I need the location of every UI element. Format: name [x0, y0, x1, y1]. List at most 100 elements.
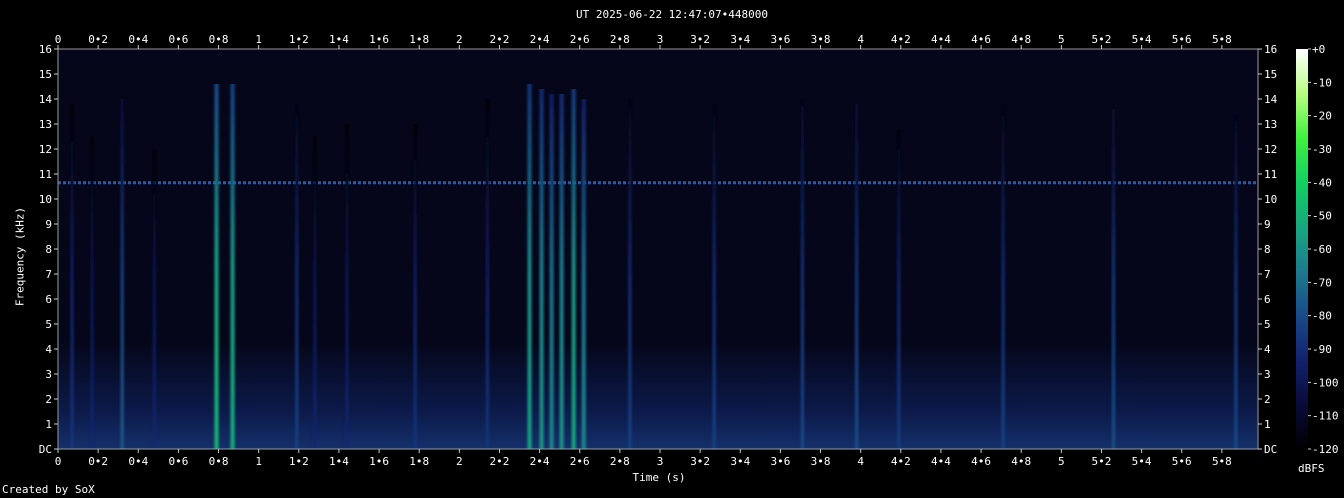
y-tick-label-right: 1 — [1264, 418, 1271, 431]
y-tick-label-right: 15 — [1264, 68, 1277, 81]
event-streak-bar — [295, 104, 299, 449]
y-tick-label-left: 14 — [39, 93, 53, 106]
event-streak-bar — [549, 94, 554, 449]
y-tick-label-right: 9 — [1264, 218, 1271, 231]
x-tick-label-top: 5•6 — [1172, 33, 1192, 46]
colorbar-tick-label: -120 — [1312, 443, 1339, 456]
x-tick-label-top: 5•2 — [1092, 33, 1112, 46]
colorbar-tick-label: -90 — [1312, 343, 1332, 356]
event-streak — [559, 94, 564, 449]
colorbar-tick-label: -10 — [1312, 76, 1332, 89]
event-streak-bar — [855, 104, 859, 449]
x-tick-label-top: 2•2 — [490, 33, 510, 46]
x-tick-label-bottom: 5•2 — [1092, 455, 1112, 468]
y-tick-label-right: 3 — [1264, 368, 1271, 381]
event-streak-bar — [485, 99, 489, 449]
x-tick-label-bottom: 5•6 — [1172, 455, 1192, 468]
event-streak-bar — [1234, 114, 1238, 449]
colorbar-tick-label: -30 — [1312, 143, 1332, 156]
event-streak — [230, 84, 235, 449]
event-streak — [90, 136, 94, 449]
y-tick-label-right: 6 — [1264, 293, 1271, 306]
x-tick-label-top: 3•2 — [690, 33, 710, 46]
y-tick-label-right: 4 — [1264, 343, 1271, 356]
event-streak — [571, 89, 576, 449]
event-streak-bar — [70, 104, 74, 449]
x-axis-label: Time (s) — [632, 471, 686, 484]
x-tick-label-bottom: 4•8 — [1011, 455, 1031, 468]
event-streak-bar — [120, 99, 124, 449]
x-tick-label-top: 2•4 — [530, 33, 550, 46]
colorbar-tick-label: -20 — [1312, 110, 1332, 123]
x-tick-label-top: 0•2 — [88, 33, 108, 46]
event-streak-bar — [559, 94, 564, 449]
colorbar-tick-label: -60 — [1312, 243, 1332, 256]
x-tick-label-bottom: 2•2 — [490, 455, 510, 468]
x-tick-label-bottom: 3•4 — [730, 455, 750, 468]
event-streak — [214, 84, 219, 449]
event-streak-bar — [800, 99, 804, 449]
x-tick-label-top: 4•6 — [971, 33, 991, 46]
event-streak-bar — [527, 84, 532, 449]
x-tick-label-bottom: 5•8 — [1212, 455, 1232, 468]
x-tick-label-top: 0 — [55, 33, 62, 46]
y-tick-label-left: 2 — [45, 393, 52, 406]
y-tick-label-left: 13 — [39, 118, 52, 131]
x-tick-label-bottom: 4•6 — [971, 455, 991, 468]
x-tick-label-bottom: 0•4 — [128, 455, 148, 468]
y-tick-label-left: 11 — [39, 168, 52, 181]
event-streak-bar — [152, 149, 156, 449]
event-streak — [485, 99, 489, 449]
y-tick-label-left: DC — [39, 443, 52, 456]
event-streak-bar — [413, 124, 417, 449]
y-tick-label-right: 14 — [1264, 93, 1278, 106]
event-streak — [295, 104, 299, 449]
y-tick-label-right: 12 — [1264, 143, 1277, 156]
x-tick-label-top: 2•6 — [570, 33, 590, 46]
x-tick-label-top: 1•8 — [409, 33, 429, 46]
event-streak-bar — [571, 89, 576, 449]
y-tick-label-left: 3 — [45, 368, 52, 381]
x-tick-label-bottom: 1•4 — [329, 455, 349, 468]
event-streak — [1234, 114, 1238, 449]
x-tick-label-top: 5•4 — [1132, 33, 1152, 46]
x-tick-label-bottom: 3•6 — [770, 455, 790, 468]
event-streak-bar — [214, 84, 219, 449]
y-tick-label-right: 13 — [1264, 118, 1277, 131]
event-streak-bar — [90, 136, 94, 449]
y-tick-label-right: 2 — [1264, 393, 1271, 406]
y-tick-label-right: 16 — [1264, 43, 1277, 56]
y-tick-label-left: 16 — [39, 43, 52, 56]
x-tick-label-top: 4•8 — [1011, 33, 1031, 46]
x-tick-label-top: 1•6 — [369, 33, 389, 46]
credit-text: Created by SoX — [2, 483, 95, 496]
x-tick-label-top: 0•4 — [128, 33, 148, 46]
event-streak — [1112, 109, 1116, 449]
event-streak-bar — [1001, 104, 1005, 449]
y-tick-label-left: 12 — [39, 143, 52, 156]
event-streak-bar — [628, 99, 632, 449]
colorbar-gradient — [1296, 49, 1308, 449]
y-tick-label-left: 6 — [45, 293, 52, 306]
y-tick-label-left: 9 — [45, 218, 52, 231]
event-streak-bar — [712, 104, 716, 449]
x-tick-label-top: 5•8 — [1212, 33, 1232, 46]
x-tick-label-top: 3•8 — [811, 33, 831, 46]
colorbar-tick-label: -80 — [1312, 310, 1332, 323]
y-tick-label-right: 8 — [1264, 243, 1271, 256]
event-streak — [712, 104, 716, 449]
x-tick-label-top: 0•8 — [209, 33, 229, 46]
x-tick-label-bottom: 1•6 — [369, 455, 389, 468]
x-tick-label-top: 1 — [255, 33, 262, 46]
y-tick-label-right: 7 — [1264, 268, 1271, 281]
y-tick-label-left: 7 — [45, 268, 52, 281]
event-streak — [1001, 104, 1005, 449]
event-streak — [313, 136, 317, 449]
colorbar-unit-label: dBFS — [1298, 462, 1325, 475]
x-tick-label-bottom: 5•4 — [1132, 455, 1152, 468]
x-tick-label-top: 0•6 — [168, 33, 188, 46]
event-streak-bar — [581, 99, 586, 449]
colorbar: +0 -10 -20 -30 -40 -50 -60 -70 -80 -90 -100 -110 -12… — [1296, 43, 1339, 456]
x-tick-label-bottom: 2•4 — [530, 455, 550, 468]
x-tick-label-bottom: 1•2 — [289, 455, 309, 468]
